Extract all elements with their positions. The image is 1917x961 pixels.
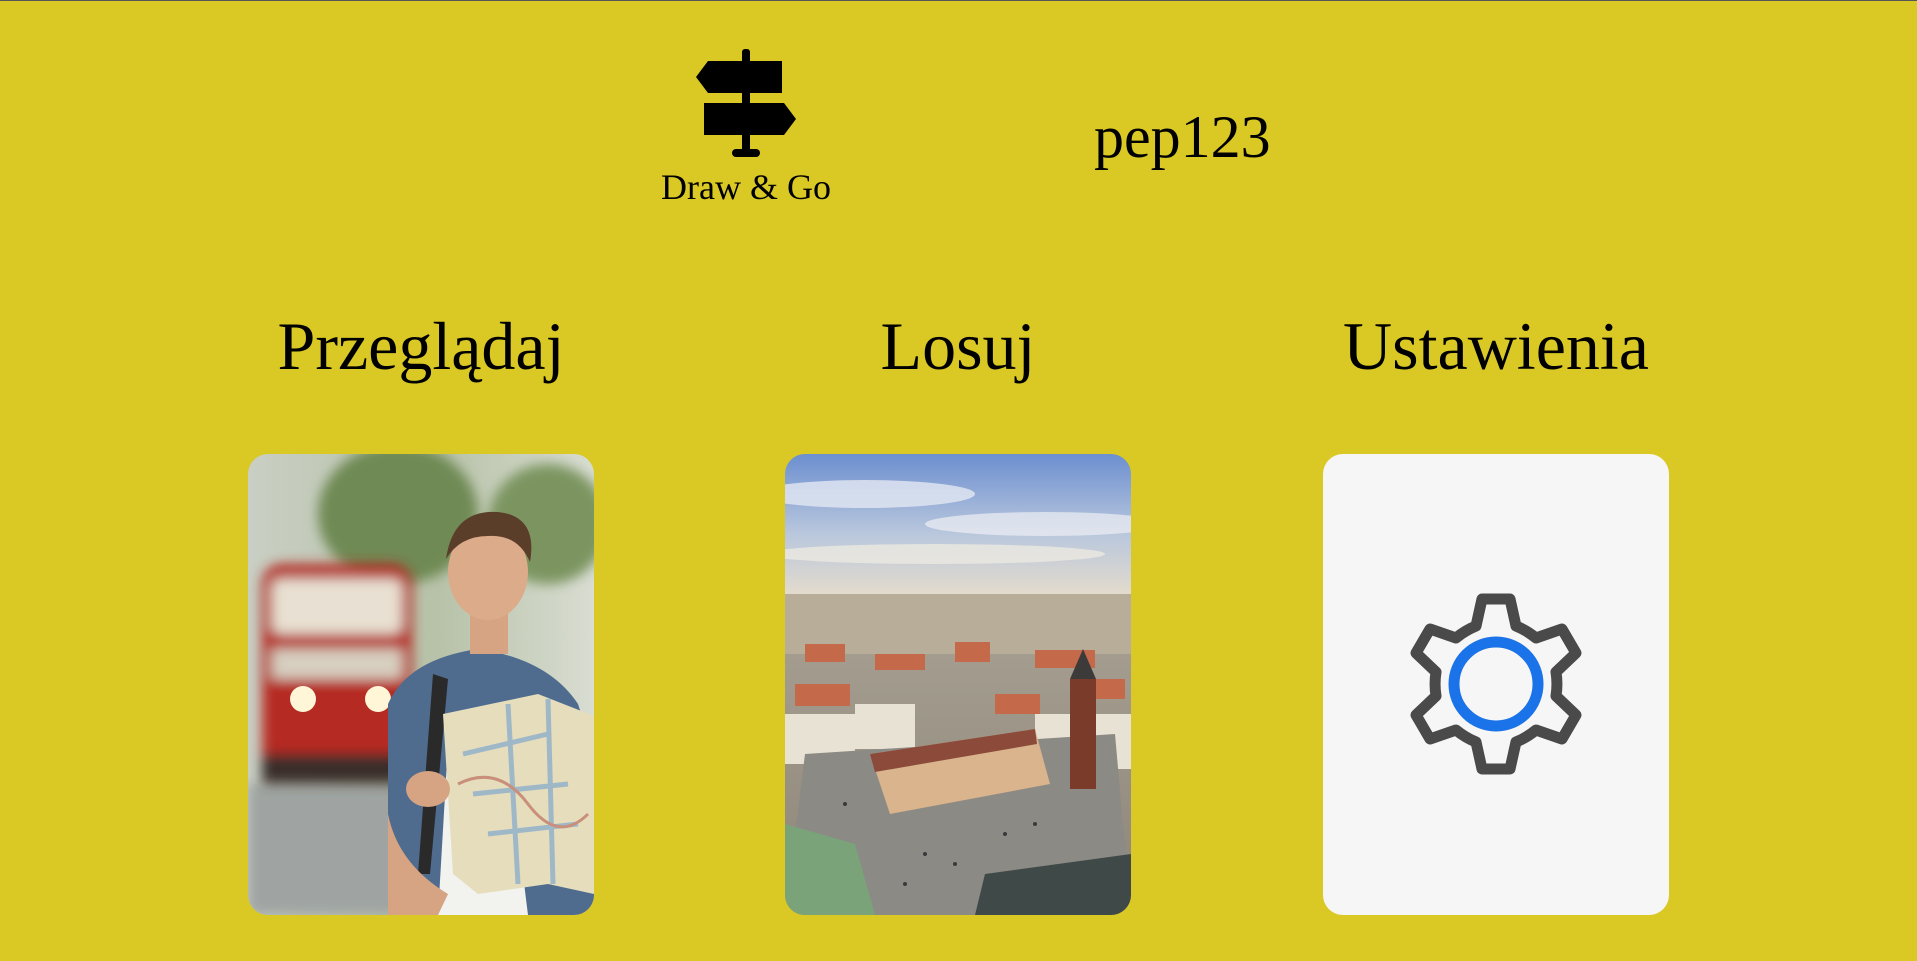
random-title[interactable]: Losuj: [785, 301, 1131, 391]
header: Draw & Go pep123: [0, 1, 1917, 221]
gear-icon: [1410, 593, 1582, 775]
browse-card[interactable]: Przeglądaj: [248, 301, 594, 915]
random-card[interactable]: Losuj: [785, 301, 1131, 915]
browse-title[interactable]: Przeglądaj: [248, 301, 594, 391]
logo-link[interactable]: Draw & Go: [640, 49, 852, 207]
tourist-with-map-photo[interactable]: [248, 454, 594, 915]
settings-image[interactable]: [1323, 454, 1669, 915]
signpost-icon: [696, 49, 796, 157]
krakow-old-town-aerial-photo[interactable]: [785, 454, 1131, 915]
username-label: pep123: [1094, 104, 1271, 170]
settings-card[interactable]: Ustawienia: [1323, 301, 1669, 915]
logo-text: Draw & Go: [661, 167, 831, 207]
settings-title[interactable]: Ustawienia: [1323, 301, 1669, 391]
